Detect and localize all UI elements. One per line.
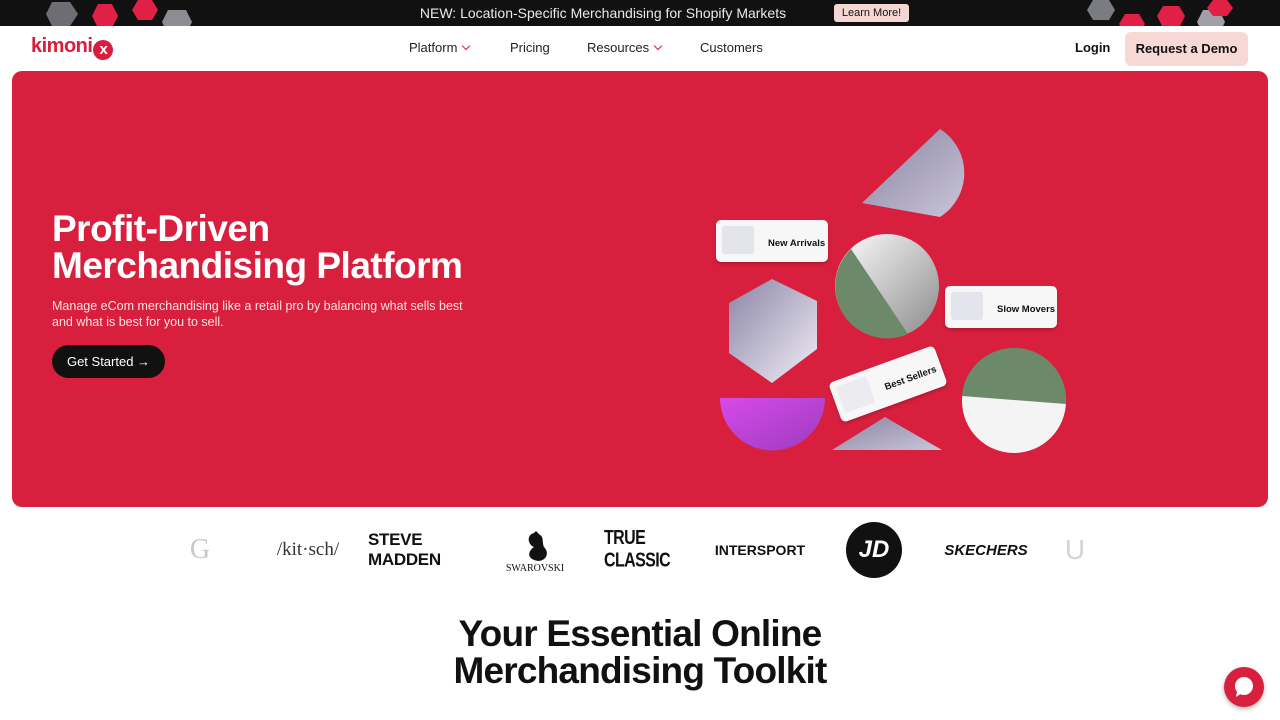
tag-slow-movers: Slow Movers [945, 286, 1057, 328]
best-sellers-icon [835, 376, 876, 414]
nav-platform[interactable]: Platform [409, 40, 471, 55]
brand-logo-skechers: SKECHERS [944, 541, 1028, 559]
login-link[interactable]: Login [1075, 40, 1110, 55]
brand-logo-steve-madden: STEVE MADDEN [368, 530, 441, 569]
kimonix-logo[interactable]: kimoni x [31, 35, 114, 60]
toolkit-title-line-1: Your Essential Online [458, 613, 823, 654]
chat-widget-button[interactable] [1224, 667, 1264, 707]
chevron-down-icon [653, 41, 663, 51]
brand-logo-swarovski-text: SWAROVSKI [505, 562, 565, 574]
toolkit-title-line-2: Merchandising Toolkit [453, 650, 827, 691]
nav-pricing-label: Pricing [510, 40, 550, 55]
nav-customers-label: Customers [700, 40, 763, 55]
logo-text: kimoni [31, 35, 93, 57]
toolkit-section-title: Your Essential Online Merchandising Tool… [0, 615, 1280, 689]
hero-title-line-1: Profit-Driven [52, 208, 270, 249]
chat-bubble-icon [1235, 677, 1253, 697]
brand-logo-jd: JD [846, 520, 902, 580]
learn-more-button[interactable]: Learn More! [834, 4, 909, 22]
brand-logo-true-classic: TRUE CLASSIC [604, 527, 671, 572]
nav-platform-label: Platform [409, 40, 458, 55]
nav-customers[interactable]: Customers [700, 40, 763, 55]
new-arrivals-icon [722, 226, 754, 254]
brand-logo-u: U [1064, 534, 1086, 565]
brand-logo-intersport: INTERSPORT [714, 542, 806, 558]
brand-logo-g: G [189, 534, 211, 565]
brand-logo-swarovski: SWAROVSKI [495, 520, 575, 580]
nav-pricing[interactable]: Pricing [510, 40, 550, 55]
hero-title-line-2: Merchandising Platform [52, 245, 463, 286]
hexagon-decoration-right [1087, 0, 1233, 26]
hero-section: Profit-Driven Merchandising Platform Man… [12, 71, 1268, 507]
slow-movers-icon [951, 292, 983, 320]
logo-mark: x [93, 40, 114, 60]
tag-new-arrivals: New Arrivals [716, 220, 828, 262]
hero-illustration: New Arrivals Slow Movers Best Sellers [712, 121, 1072, 461]
hero-title: Profit-Driven Merchandising Platform [52, 210, 532, 284]
announcement-text: NEW: Location-Specific Merchandising for… [419, 5, 787, 21]
request-demo-button[interactable]: Request a Demo [1125, 32, 1248, 66]
hero-subtitle: Manage eCom merchandising like a retail … [52, 299, 463, 329]
nav-resources-label: Resources [587, 40, 650, 55]
nav-resources[interactable]: Resources [587, 40, 663, 55]
swan-icon [528, 530, 547, 561]
chevron-down-icon [462, 41, 471, 51]
brand-logo-kitsch: /kit·sch/ [276, 539, 340, 560]
tag-new-arrivals-label: New Arrivals [768, 238, 826, 249]
get-started-button[interactable]: Get Started → [52, 345, 165, 378]
tag-best-sellers-label: Best Sellers [883, 363, 939, 393]
site-header: kimoni x Platform Pricing Resources Custo… [0, 26, 1280, 71]
customer-logos-strip: G /kit·sch/ STEVE MADDEN SWAROVSKI TRUE … [180, 520, 1100, 580]
tag-slow-movers-label: Slow Movers [997, 304, 1056, 315]
brand-logo-jd-badge: JD [846, 522, 902, 578]
announcement-bar: NEW: Location-Specific Merchandising for… [0, 0, 1280, 26]
